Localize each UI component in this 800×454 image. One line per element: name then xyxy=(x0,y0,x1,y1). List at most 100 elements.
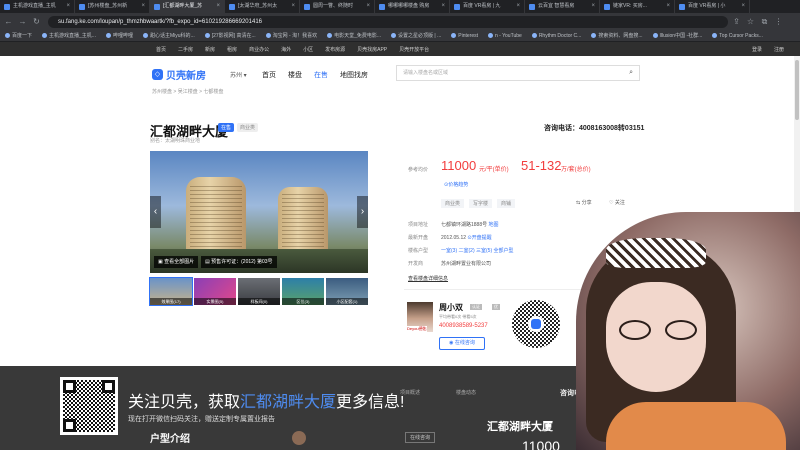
sitenav-item[interactable]: 新房 xyxy=(199,46,221,53)
thumb-render[interactable]: 效果图(17) xyxy=(149,277,193,306)
browser-tab[interactable]: 云百宜 智慧看房 × xyxy=(525,0,600,13)
menu-icon[interactable]: ⋮ xyxy=(773,16,784,27)
search-input[interactable]: 请输入楼盘名或区域 ⌕ xyxy=(396,65,640,81)
breadcrumb[interactable]: 苏州楼盘 > 吴江楼盘 > 七都楼盘 xyxy=(152,88,223,95)
sitenav-auth-link[interactable]: 注册 xyxy=(768,46,790,53)
bookmark-favicon-icon xyxy=(327,33,333,38)
banner-highlight: 汇都湖畔大厦 xyxy=(240,394,337,411)
sitenav-item[interactable]: 发布房源 xyxy=(319,46,351,53)
sitenav-item[interactable]: 海外 xyxy=(275,46,297,53)
agent-name[interactable]: 周小双 xyxy=(439,302,463,313)
bookmark-favicon-icon xyxy=(531,33,537,38)
tab-close-icon[interactable]: × xyxy=(366,0,370,13)
bookmark-item[interactable]: Pinterest xyxy=(446,33,483,39)
view-album-button[interactable]: ▣ 查看全部图片 xyxy=(154,256,199,268)
thumb-real[interactable]: 实景图(5) xyxy=(194,278,236,305)
main-photo[interactable] xyxy=(150,151,368,273)
browser-tab[interactable]: 百度 VR看房 | 九 × xyxy=(450,0,525,13)
thumb-sample[interactable]: 样板间(0) xyxy=(238,278,280,305)
scrollbar-thumb[interactable] xyxy=(795,60,799,120)
map-link[interactable]: 地图 xyxy=(489,222,499,228)
sitenav-item[interactable]: 首页 xyxy=(150,46,172,53)
share-icon[interactable]: ⇪ xyxy=(731,16,742,27)
price-trend-link[interactable]: ⊙价格趋势 xyxy=(444,181,468,188)
sitenav-item[interactable]: 租房 xyxy=(221,46,243,53)
unit-type-links[interactable]: 一室(3) 二室(2) 三室(5) 全部户型 xyxy=(441,248,514,254)
sitenav-item[interactable]: 贝壳找房APP xyxy=(351,46,393,53)
bookmark-item[interactable]: Rhythm Doctor C... xyxy=(527,33,587,39)
tab-label: 圆周一瞥、终随时 xyxy=(313,3,354,9)
bookmark-item[interactable]: 设置之星必顶版 | ... xyxy=(386,32,446,39)
detail-label: 项目地址 xyxy=(408,222,429,228)
site-logo[interactable]: ◇ 贝壳新房 xyxy=(152,67,206,82)
page-scrollbar[interactable] xyxy=(794,56,800,212)
thumb-location[interactable]: 区位(3) xyxy=(282,278,324,305)
browser-tabstrip: 主机游戏直播_主机 × [苏州楼盘_苏州新 × [汇都湖畔大厦_苏 × [太湖华府_苏州太 ×… xyxy=(0,0,800,13)
browser-tab[interactable]: [苏州楼盘_苏州新 × xyxy=(75,0,150,13)
tab-close-icon[interactable]: × xyxy=(441,0,445,13)
browser-tab[interactable]: [汇都湖畔大厦_苏 × xyxy=(150,0,225,13)
browser-tab[interactable]: 链家VR: 买房... × xyxy=(600,0,675,13)
wechat-qr-code xyxy=(60,377,118,435)
forward-icon[interactable]: → xyxy=(17,16,28,27)
bookmark-item[interactable]: 甜心话主Miyu科的... xyxy=(138,32,200,39)
gallery-next-button[interactable]: › xyxy=(357,196,368,228)
presale-cert-button[interactable]: ▤ 预售许可证：(2012) 第03号 xyxy=(201,256,277,268)
tab-close-icon[interactable]: × xyxy=(666,0,670,13)
bookmark-item[interactable]: 电影天堂_免费电影... xyxy=(322,32,386,39)
extensions-icon[interactable]: ⧉ xyxy=(759,16,770,27)
bookmark-item[interactable]: 哔哩哔哩 xyxy=(101,32,138,39)
browser-tab[interactable]: 哪哪哪哪楼盘 购房 × xyxy=(375,0,450,13)
sitenav-item[interactable]: 商业办公 xyxy=(243,46,275,53)
bookmark-item[interactable]: 搜索资料、网盘搜... xyxy=(586,32,647,39)
thumb-caption: 实景图(5) xyxy=(194,298,236,305)
nav-loupan[interactable]: 楼盘 xyxy=(288,70,302,80)
tab-favicon-icon xyxy=(529,3,535,10)
bookmark-item[interactable]: Illusion中国 -社群... xyxy=(648,32,708,39)
tab-close-icon[interactable]: × xyxy=(141,0,145,13)
thumb-facility[interactable]: 小区配套(1) xyxy=(326,278,368,305)
bookmark-item[interactable]: 淘宝网 - 淘！我喜欢 xyxy=(261,32,322,39)
nav-onsale[interactable]: 在售 xyxy=(314,70,328,80)
tab-close-icon[interactable]: × xyxy=(516,0,520,13)
share-button[interactable]: ⇆ 分享 xyxy=(576,199,592,206)
bookmark-item[interactable]: 主机游戏直播_主机... xyxy=(37,32,101,39)
browser-tab[interactable]: 百度 VR看房 | 小 × xyxy=(675,0,750,13)
tab-close-icon[interactable]: × xyxy=(741,0,745,13)
banner-subtitle: 现在打开微信扫码关注，赠送定制专属置业报告 xyxy=(128,416,275,423)
reload-icon[interactable]: ↻ xyxy=(31,16,42,27)
city-selector[interactable]: 苏州 ▾ xyxy=(230,70,247,79)
sitenav-item[interactable]: 贝壳开放平台 xyxy=(393,46,435,53)
qr-finder xyxy=(63,419,76,432)
bookmark-item[interactable]: n - YouTube xyxy=(483,33,527,39)
address-bar[interactable]: su.fang.ke.com/loupan/p_thmzhbwaartk/?fb… xyxy=(48,15,728,28)
gallery-prev-button[interactable]: ‹ xyxy=(150,196,161,228)
opening-reminder-link[interactable]: ⊙开盘提醒 xyxy=(467,235,491,241)
nav-home[interactable]: 首页 xyxy=(262,70,276,80)
tab-close-icon[interactable]: × xyxy=(66,0,70,13)
bookmark-item[interactable]: Top Cursor Packs... xyxy=(707,33,768,39)
back-icon[interactable]: ← xyxy=(3,16,14,27)
more-info-link[interactable]: 查看楼盘详细信息 xyxy=(408,275,448,282)
follow-button[interactable]: ♡ 关注 xyxy=(609,199,625,206)
nav-map[interactable]: 地图找房 xyxy=(340,70,368,80)
tab-close-icon[interactable]: × xyxy=(591,0,595,13)
sitenav-item[interactable]: 小区 xyxy=(297,46,319,53)
bookmark-item[interactable]: [27影视网] 高清在... xyxy=(200,32,261,39)
webcam-overlay xyxy=(576,212,800,450)
search-placeholder: 请输入楼盘名或区域 xyxy=(403,70,449,76)
sitenav-auth-link[interactable]: 登录 xyxy=(746,46,768,53)
sitenav-item[interactable]: 二手房 xyxy=(172,46,199,53)
banner-suffix: 更多信息! xyxy=(336,394,405,411)
bookmark-label: 甜心话主Miyu科的... xyxy=(149,33,195,39)
browser-tab[interactable]: 圆周一瞥、终随时 × xyxy=(300,0,375,13)
tab-close-icon[interactable]: × xyxy=(291,0,295,13)
browser-tab[interactable]: [太湖华府_苏州太 × xyxy=(225,0,300,13)
tab-close-icon[interactable]: × xyxy=(216,0,220,13)
bookmark-item[interactable]: 百度一下 xyxy=(0,32,37,39)
bookmark-star-icon[interactable]: ☆ xyxy=(745,16,756,27)
browser-tab[interactable]: 主机游戏直播_主机 × xyxy=(0,0,75,13)
consult-button[interactable]: ◉ 在线咨询 xyxy=(439,337,485,350)
search-icon[interactable]: ⌕ xyxy=(629,66,633,80)
bookmark-favicon-icon xyxy=(391,33,397,38)
